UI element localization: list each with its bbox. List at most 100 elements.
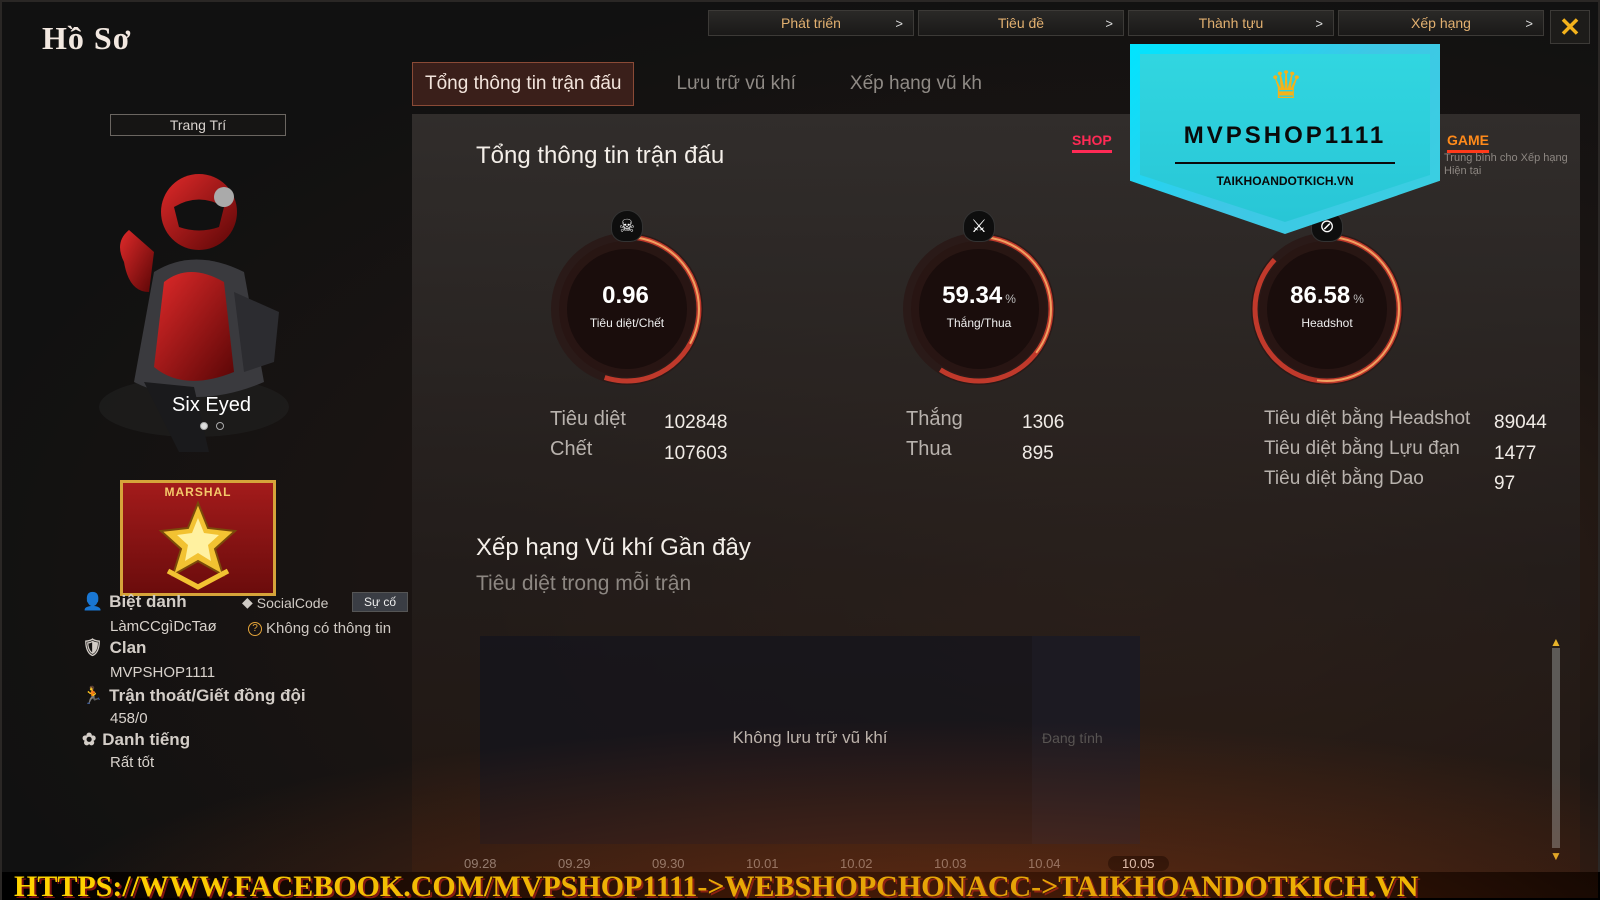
x-tick: 10.02 [840, 856, 873, 871]
x-tick: 09.30 [652, 856, 685, 871]
close-button[interactable]: ✕ [1550, 10, 1590, 44]
user-icon: 👤 [82, 592, 104, 611]
losses-value: 895 [1022, 443, 1054, 464]
tab-weapon-storage[interactable]: Lưu trữ vũ khí [664, 62, 807, 106]
watermark-banner: ♛ MVPSHOP1111 TAIKHOANDOTKICH.VN [1130, 44, 1440, 234]
reputation-value: Rất tốt [110, 754, 155, 771]
socialcode-label: SocialCode [256, 594, 329, 611]
reputation-value-row: Rất tốt [82, 754, 154, 771]
crossed-swords-icon: ⚔ [963, 210, 995, 242]
chevron-right-icon: > [1105, 15, 1113, 31]
banner-divider [1175, 162, 1395, 164]
chart-empty-message: Không lưu trữ vũ khí [732, 728, 888, 747]
profile-sidebar: Trang Trí Six Eyed MARSHAL 👤 Biệt danh ◆… [14, 102, 409, 822]
gauge-label: Tiêu diệt/Chết [589, 316, 665, 330]
calculating-label: Đang tính [1042, 730, 1103, 746]
x-tick-selected[interactable]: 10.05 [1108, 856, 1169, 871]
knife-kills-value: 97 [1494, 473, 1516, 494]
kills-value: 102848 [664, 412, 728, 433]
rank-badge: MARSHAL [120, 480, 276, 596]
tab-bar: Tổng thông tin trận đấu Lưu trữ vũ khí X… [412, 62, 1024, 106]
no-info-text: Không có thông tin [266, 620, 392, 637]
x-tick: 09.29 [558, 856, 591, 871]
decorate-button[interactable]: Trang Trí [110, 114, 286, 136]
watermark-name: MVPSHOP1111 [1183, 122, 1387, 149]
socialcode: ◆ SocialCode [242, 594, 328, 611]
chevron-right-icon: > [895, 15, 903, 31]
knife-kills-label: Tiêu diệt bằng Dao [1264, 468, 1424, 489]
watermark-domain: TAIKHOANDOTKICH.VN [1216, 174, 1354, 188]
shop-toggle[interactable]: SHOP [1072, 132, 1112, 153]
game-toggle[interactable]: GAME [1447, 132, 1489, 153]
close-icon: ✕ [1559, 11, 1581, 42]
nav-label: Thành tựu [1198, 15, 1264, 31]
gauge-value: 0.96 [602, 282, 649, 309]
scroll-down-icon[interactable]: ▼ [1550, 850, 1562, 862]
grenade-kills-label: Tiêu diệt bằng Lựu đạn [1264, 438, 1460, 459]
weapon-kills-chart: Không lưu trữ vũ khí Đang tính [480, 636, 1140, 844]
carousel-dot[interactable] [199, 422, 208, 430]
game-subtitle: Trung bình cho Xếp hạng Hiện tại [1444, 152, 1568, 177]
running-man-icon: 🏃 [82, 686, 104, 705]
gauge-unit: % [1353, 292, 1364, 306]
report-issue-button[interactable]: Sự cố [352, 592, 408, 612]
nav-development-button[interactable]: Phát triển > [708, 10, 914, 36]
window-title: Hồ Sơ [42, 20, 132, 56]
clan-value-row: MVPSHOP1111 [82, 664, 215, 681]
tab-weapon-ranking[interactable]: Xếp hạng vũ kh [838, 62, 994, 106]
top-nav: Phát triển > Tiêu đề > Thành tựu > Xếp h… [708, 10, 1544, 36]
deaths-value: 107603 [664, 443, 728, 464]
escape-label: Trận thoát/Giết đồng đội [109, 686, 306, 705]
kills-label: Tiêu diệt [550, 408, 626, 430]
crown-icon: ♛ [1268, 65, 1304, 107]
nickname-value: LàmCCgìDcTaø [110, 618, 217, 635]
weapon-rank-subtitle: Tiêu diệt trong mỗi trận [476, 572, 692, 595]
clan-value: MVPSHOP1111 [110, 664, 216, 681]
star-rank-icon [158, 500, 238, 590]
gauge-value: 59.34 [942, 282, 1003, 309]
scroll-track[interactable] [1552, 648, 1560, 848]
reputation-label: Danh tiếng [102, 730, 191, 749]
x-tick: 10.03 [934, 856, 967, 871]
winrate-gauge: ⚔ 59.34% Thắng/Thua [894, 210, 1064, 394]
panel-title: Tổng thông tin trận đấu [476, 142, 725, 169]
profile-window: Hồ Sơ Phát triển > Tiêu đề > Thành tựu >… [0, 0, 1600, 900]
wins-label: Thắng [906, 408, 963, 430]
clan-row: 🛡 Clan [82, 638, 146, 658]
tab-match-summary[interactable]: Tổng thông tin trận đấu [412, 62, 635, 106]
skull-icon: ☠ [611, 210, 643, 242]
carousel-dots [14, 422, 409, 430]
kd-gauge: ☠ 0.96 Tiêu diệt/Chết [542, 210, 712, 394]
chevron-right-icon: > [1525, 15, 1533, 31]
hs-kills-label: Tiêu diệt bằng Headshot [1264, 408, 1471, 429]
nav-titles-button[interactable]: Tiêu đề > [918, 10, 1124, 36]
tag-icon: ◆ [242, 594, 253, 610]
gauge-label: Headshot [1301, 316, 1353, 330]
socialcode-status: ? Không có thông tin [248, 620, 391, 637]
nickname-value-row: LàmCCgìDcTaø [82, 618, 217, 635]
grenade-kills-value: 1477 [1494, 443, 1537, 464]
reputation-icon: ✿ [82, 730, 97, 749]
watermark-url-strip: HTTPS://WWW.FACEBOOK.COM/MVPSHOP1111->WE… [2, 872, 1600, 900]
scroll-up-icon[interactable]: ▲ [1550, 636, 1562, 648]
gauge-label: Thắng/Thua [946, 316, 1012, 330]
x-tick: 10.04 [1028, 856, 1061, 871]
scrollbar[interactable]: ▲ ▼ [1550, 636, 1562, 862]
nickname-label: Biệt danh [109, 592, 187, 611]
clan-label: Clan [109, 638, 147, 657]
nav-label: Tiêu đề [997, 15, 1045, 31]
escape-value: 458/0 [110, 710, 148, 727]
reputation-row: ✿ Danh tiếng [82, 730, 190, 750]
deaths-label: Chết [550, 438, 593, 460]
nav-label: Xếp hạng [1411, 15, 1471, 31]
losses-label: Thua [906, 438, 952, 460]
carousel-dot[interactable] [215, 422, 224, 430]
clan-icon: 🛡 [82, 638, 104, 657]
wins-value: 1306 [1022, 412, 1065, 433]
nav-achievements-button[interactable]: Thành tựu > [1128, 10, 1334, 36]
gauge-value: 86.58 [1290, 282, 1351, 309]
gauge-unit: % [1005, 292, 1016, 306]
x-tick: 09.28 [464, 856, 497, 871]
nav-ranking-button[interactable]: Xếp hạng > [1338, 10, 1544, 36]
question-icon: ? [248, 621, 262, 636]
